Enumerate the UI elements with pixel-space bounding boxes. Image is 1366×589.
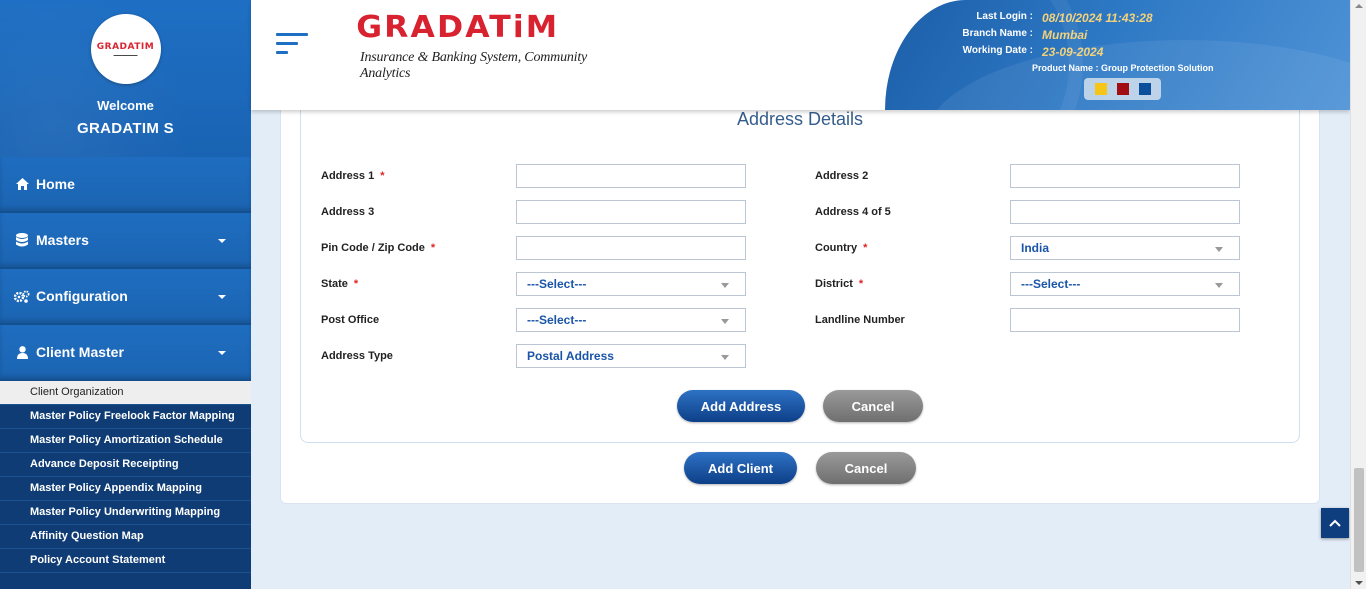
theme-switcher (1084, 78, 1161, 100)
branch-value: Mumbai (1042, 28, 1088, 42)
last-login-label: Last Login : (976, 11, 1033, 22)
pincode-label: Pin Code / Zip Code * (321, 242, 436, 254)
country-label: Country * (815, 242, 868, 254)
last-login-row: Last Login : 08/10/2024 11:43:28 (933, 11, 1153, 25)
nav-home[interactable]: Home (0, 157, 251, 213)
address2-label: Address 2 (815, 170, 869, 182)
sidebar: GRADATIM ▬▬▬▬▬▬▬▬ Welcome GRADATIM S Hom… (0, 0, 251, 589)
branch-row: Branch Name : Mumbai (933, 28, 1087, 42)
submenu-item-appendix-mapping[interactable]: Master Policy Appendix Mapping (0, 477, 251, 501)
chevron-down-icon (1215, 283, 1223, 288)
chevron-down-icon (218, 295, 226, 299)
profile-panel: GRADATIM ▬▬▬▬▬▬▬▬ Welcome GRADATIM S (0, 0, 251, 157)
landline-input[interactable] (1010, 308, 1240, 332)
username: GRADATIM S (77, 120, 174, 137)
state-label: State * (321, 278, 359, 290)
address2-input[interactable] (1010, 164, 1240, 188)
address-type-value: Postal Address (527, 349, 614, 363)
brand-logo: GRADATiM Insurance & Banking System, Com… (352, 10, 600, 82)
company-logo: GRADATIM ▬▬▬▬▬▬▬▬ (90, 14, 161, 84)
add-address-button[interactable]: Add Address (677, 390, 805, 422)
address-type-label: Address Type (321, 350, 393, 362)
chevron-down-icon (721, 283, 729, 288)
address4-label: Address 4 of 5 (815, 206, 891, 218)
district-label: District * (815, 278, 864, 290)
nav-configuration-label: Configuration (36, 288, 128, 304)
submenu-item-affinity-question[interactable]: Affinity Question Map (0, 525, 251, 549)
top-header: GRADATiM Insurance & Banking System, Com… (251, 0, 1350, 110)
state-value: ---Select--- (527, 277, 587, 291)
scroll-up-arrow-icon[interactable] (1355, 4, 1363, 8)
working-date-value: 23-09-2024 (1042, 45, 1104, 59)
nav-configuration[interactable]: Configuration (0, 269, 251, 325)
post-office-label: Post Office (321, 314, 380, 326)
submenu-item-underwriting-mapping[interactable]: Master Policy Underwriting Mapping (0, 501, 251, 525)
product-name: Product Name : Group Protection Solution (1032, 63, 1214, 73)
nav-client-master-label: Client Master (36, 344, 124, 360)
address3-label: Address 3 (321, 206, 375, 218)
user-icon (14, 345, 30, 359)
add-client-button[interactable]: Add Client (684, 452, 797, 484)
welcome-text: Welcome (97, 98, 154, 113)
country-value: India (1021, 241, 1050, 255)
chevron-down-icon (721, 319, 729, 324)
post-office-select[interactable]: ---Select--- (516, 308, 746, 332)
menu-toggle-icon[interactable] (276, 33, 308, 60)
theme-red-swatch[interactable] (1116, 83, 1129, 95)
address3-input[interactable] (516, 200, 746, 224)
gears-icon (14, 290, 30, 303)
chevron-down-icon (218, 239, 226, 243)
logo-text: GRADATIM (96, 41, 155, 52)
submenu-item-advance-deposit[interactable]: Advance Deposit Receipting (0, 453, 251, 477)
scroll-to-top-button[interactable] (1321, 508, 1349, 538)
brand-name: GRADATiM (356, 10, 560, 45)
working-date-label: Working Date : (962, 45, 1033, 56)
submenu-item-client-organization[interactable]: Client Organization (0, 381, 251, 405)
nav-home-label: Home (36, 176, 75, 192)
branch-label: Branch Name : (962, 28, 1033, 39)
landline-label: Landline Number (815, 314, 905, 326)
address1-label: Address 1 * (321, 170, 385, 182)
working-date-row: Working Date : 23-09-2024 (933, 45, 1104, 59)
country-select[interactable]: India (1010, 236, 1240, 260)
last-login-value: 08/10/2024 11:43:28 (1042, 11, 1153, 25)
state-select[interactable]: ---Select--- (516, 272, 746, 296)
cancel-client-button[interactable]: Cancel (816, 452, 916, 484)
chevron-down-icon (218, 351, 226, 355)
scroll-down-arrow-icon[interactable] (1355, 581, 1363, 585)
chevron-up-icon (1329, 519, 1341, 527)
database-icon (14, 233, 30, 247)
brand-tagline: Insurance & Banking System, Community An… (360, 50, 588, 81)
nav-masters-label: Masters (36, 232, 89, 248)
scrollbar-thumb[interactable] (1354, 468, 1364, 572)
post-office-value: ---Select--- (527, 313, 587, 327)
address4-input[interactable] (1010, 200, 1240, 224)
submenu-item-amortization[interactable]: Master Policy Amortization Schedule (0, 429, 251, 453)
page-scrollbar[interactable] (1350, 0, 1366, 589)
district-select[interactable]: ---Select--- (1010, 272, 1240, 296)
client-master-submenu: Client Organization Master Policy Freelo… (0, 381, 251, 573)
section-title: Address Details (737, 109, 864, 129)
address1-input[interactable] (516, 164, 746, 188)
nav-client-master[interactable]: Client Master (0, 325, 251, 381)
logo-subtext: ▬▬▬▬▬▬▬▬ (113, 52, 138, 57)
submenu-item-freelook-factor[interactable]: Master Policy Freelook Factor Mapping (0, 405, 251, 429)
header-banner: Last Login : 08/10/2024 11:43:28 Branch … (885, 0, 1350, 110)
district-value: ---Select--- (1021, 277, 1081, 291)
chevron-down-icon (721, 355, 729, 360)
chevron-down-icon (1215, 247, 1223, 252)
pincode-input[interactable] (516, 236, 746, 260)
home-icon (14, 178, 30, 190)
theme-yellow-swatch[interactable] (1094, 83, 1107, 95)
address-type-select[interactable]: Postal Address (516, 344, 746, 368)
theme-blue-swatch[interactable] (1138, 83, 1151, 95)
submenu-item-account-statement[interactable]: Policy Account Statement (0, 549, 251, 573)
cancel-address-button[interactable]: Cancel (823, 390, 923, 422)
nav-masters[interactable]: Masters (0, 213, 251, 269)
